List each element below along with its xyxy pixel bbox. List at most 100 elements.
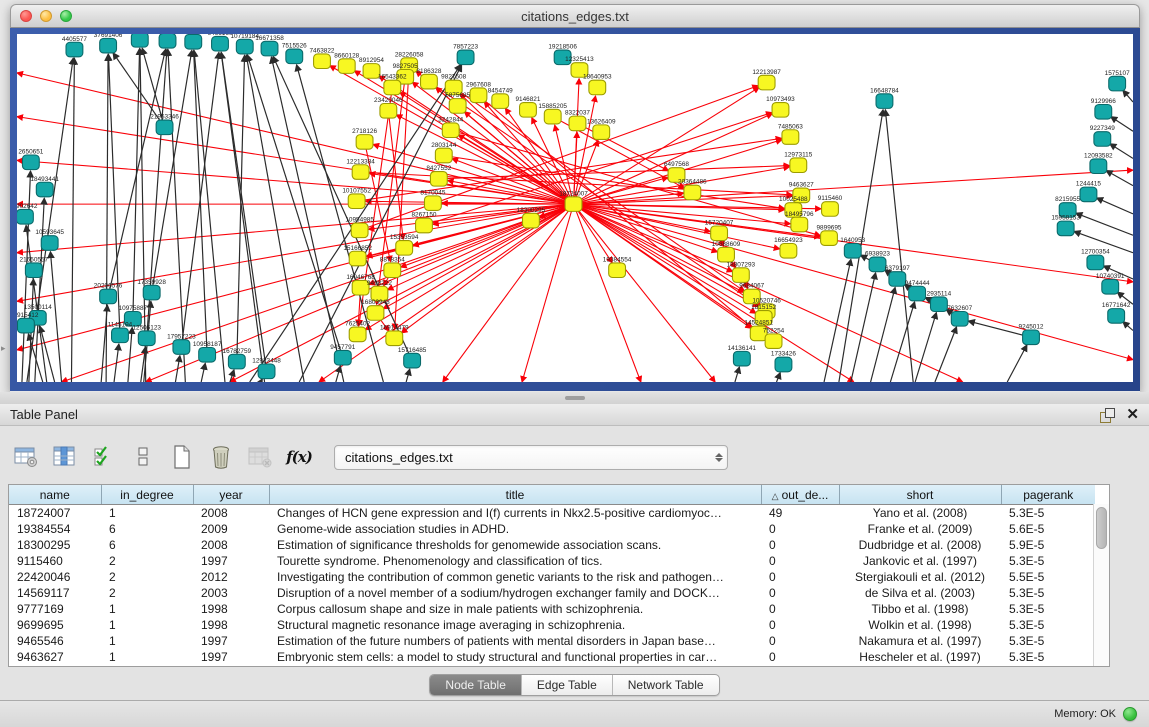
- graph-node[interactable]: 13626409: [587, 118, 616, 139]
- hidden-panel-arrow-icon[interactable]: ▸: [1, 343, 6, 354]
- graph-node[interactable]: 7625402: [345, 321, 370, 342]
- graph-node[interactable]: 16914479: [380, 325, 409, 346]
- graph-node[interactable]: 16771642: [1102, 302, 1131, 323]
- tab-network-table[interactable]: Network Table: [612, 675, 719, 695]
- function-builder-icon[interactable]: f(x): [285, 443, 313, 471]
- table-scrollbar[interactable]: [1093, 504, 1109, 666]
- graph-node[interactable]: 21650557: [20, 257, 49, 278]
- splitter-grip-icon[interactable]: [565, 396, 585, 400]
- graph-node[interactable]: 15716485: [398, 347, 427, 368]
- graph-node[interactable]: 5875685: [445, 92, 470, 113]
- zoom-window-button[interactable]: [60, 10, 72, 22]
- graph-node[interactable]: 7463822: [309, 48, 334, 69]
- delete-icon[interactable]: [207, 443, 235, 471]
- graph-node[interactable]: 23420046: [374, 97, 403, 118]
- graph-node[interactable]: 7632607: [947, 305, 972, 326]
- network-canvas[interactable]: 4405577 376914061891345010653287152760264…: [17, 34, 1133, 382]
- graph-node[interactable]: 16648784: [870, 87, 899, 108]
- graph-node[interactable]: 4405577: [62, 36, 87, 57]
- column-header-out_de[interactable]: △out_de...: [761, 485, 839, 505]
- table-row[interactable]: 1456911722003Disruption of a novel membe…: [9, 585, 1095, 601]
- new-document-icon[interactable]: [168, 443, 196, 471]
- graph-edge: [71, 58, 74, 382]
- close-window-button[interactable]: [20, 10, 32, 22]
- graph-node[interactable]: 16782759: [223, 348, 252, 369]
- tab-edge-table[interactable]: Edge Table: [521, 675, 612, 695]
- graph-node[interactable]: 37691406: [94, 34, 123, 53]
- graph-node[interactable]: 9129966: [1091, 98, 1116, 119]
- table-row[interactable]: 1830029562008Estimation of significance …: [9, 537, 1095, 553]
- graph-node[interactable]: 15885205: [538, 103, 567, 124]
- column-header-name[interactable]: name: [9, 485, 101, 505]
- graph-node[interactable]: 9899695: [816, 224, 841, 245]
- graph-node[interactable]: 1640953: [840, 237, 865, 258]
- graph-node[interactable]: 18913450: [126, 34, 155, 47]
- graph-node[interactable]: 6466160: [208, 34, 233, 51]
- graph-node[interactable]: 9115460: [818, 195, 843, 216]
- graph-node[interactable]: 18640953: [583, 74, 612, 95]
- graph-node[interactable]: 19384554: [603, 257, 632, 278]
- graph-node[interactable]: 1575107: [1105, 70, 1130, 91]
- graph-node[interactable]: 2650651: [18, 149, 43, 170]
- table-row[interactable]: 946554611997Estimation of the future num…: [9, 633, 1095, 649]
- column-header-short[interactable]: short: [839, 485, 1001, 505]
- graph-node[interactable]: 10593645: [35, 229, 64, 250]
- graph-node[interactable]: 7515526: [282, 43, 307, 64]
- graph-node[interactable]: 21953346: [150, 114, 179, 135]
- row-select-icon[interactable]: [90, 443, 118, 471]
- graph-node[interactable]: 9498222: [367, 280, 392, 301]
- merge-columns-icon[interactable]: [129, 443, 157, 471]
- table-row[interactable]: 1938455462009Genome-wide association stu…: [9, 521, 1095, 537]
- table-settings-icon[interactable]: [12, 443, 40, 471]
- column-header-pagerank[interactable]: pagerank: [1001, 485, 1095, 505]
- graph-node[interactable]: 7485063: [778, 123, 803, 144]
- graph-node[interactable]: 1145194: [108, 322, 133, 343]
- column-header-year[interactable]: year: [193, 485, 269, 505]
- graph-node[interactable]: 18495796: [785, 211, 814, 232]
- graph-node[interactable]: 9457791: [330, 344, 355, 365]
- svg-text:18724007: 18724007: [559, 190, 588, 197]
- table-row[interactable]: 977716911998Corpus callosum shape and si…: [9, 601, 1095, 617]
- graph-node[interactable]: 8660128: [334, 52, 359, 73]
- graph-node[interactable]: 1733426: [771, 351, 796, 372]
- window-titlebar[interactable]: citations_edges.txt: [10, 4, 1140, 28]
- graph-node[interactable]: 8186328: [416, 68, 441, 89]
- graph-node[interactable]: 2718126: [352, 128, 377, 149]
- graph-node[interactable]: 15720407: [705, 220, 734, 241]
- minimize-window-button[interactable]: [40, 10, 52, 22]
- column-header-title[interactable]: title: [269, 485, 761, 505]
- table-scrollbar-thumb[interactable]: [1096, 507, 1107, 549]
- table-selector-dropdown[interactable]: citations_edges.txt: [334, 445, 728, 470]
- graph-node[interactable]: 2803144: [431, 142, 456, 163]
- graph-node[interactable]: 12093582: [1084, 152, 1113, 173]
- graph-node[interactable]: 7857223: [453, 44, 478, 65]
- show-columns-icon[interactable]: [51, 443, 79, 471]
- close-panel-icon[interactable]: ✕: [1126, 408, 1139, 422]
- graph-node[interactable]: 9227349: [1090, 125, 1115, 146]
- graph-node[interactable]: 10653287: [153, 34, 182, 48]
- table-row[interactable]: 946362711997Embryonic stem cells: a mode…: [9, 649, 1095, 665]
- tab-node-table[interactable]: Node Table: [430, 675, 521, 695]
- table-row[interactable]: 1872400712008Changes of HCN gene express…: [9, 505, 1095, 522]
- table-row[interactable]: 911546021997Tourette syndrome. Phenomeno…: [9, 553, 1095, 569]
- graph-node[interactable]: 12973115: [784, 152, 813, 173]
- graph-node[interactable]: 9146821: [515, 96, 540, 117]
- graph-node[interactable]: 8454749: [488, 87, 513, 108]
- graph-node[interactable]: 8427552: [426, 165, 451, 186]
- graph-node[interactable]: 16671358: [255, 35, 284, 56]
- table-row[interactable]: 969969511998Structural magnetic resonanc…: [9, 617, 1095, 633]
- graph-node[interactable]: 17359928: [137, 279, 166, 300]
- graph-node[interactable]: 7902642: [17, 203, 38, 224]
- graph-node[interactable]: 752254: [763, 327, 785, 348]
- graph-node[interactable]: 16654923: [774, 237, 803, 258]
- node-table-grid[interactable]: namein_degreeyeartitle△out_de...shortpag…: [9, 485, 1095, 665]
- graph-node[interactable]: 12505123: [132, 325, 161, 346]
- table-row[interactable]: 2242004622012Investigating the contribut…: [9, 569, 1095, 585]
- citation-network-graph[interactable]: 4405577 376914061891345010653287152760264…: [17, 34, 1133, 382]
- column-header-in_degree[interactable]: in_degree: [101, 485, 193, 505]
- graph-node[interactable]: 18807293: [727, 261, 756, 282]
- graph-node[interactable]: 1527602: [181, 34, 206, 49]
- float-panel-icon[interactable]: [1100, 408, 1114, 422]
- graph-node[interactable]: 10740391: [1096, 273, 1125, 294]
- graph-node[interactable]: 14136141: [728, 345, 757, 366]
